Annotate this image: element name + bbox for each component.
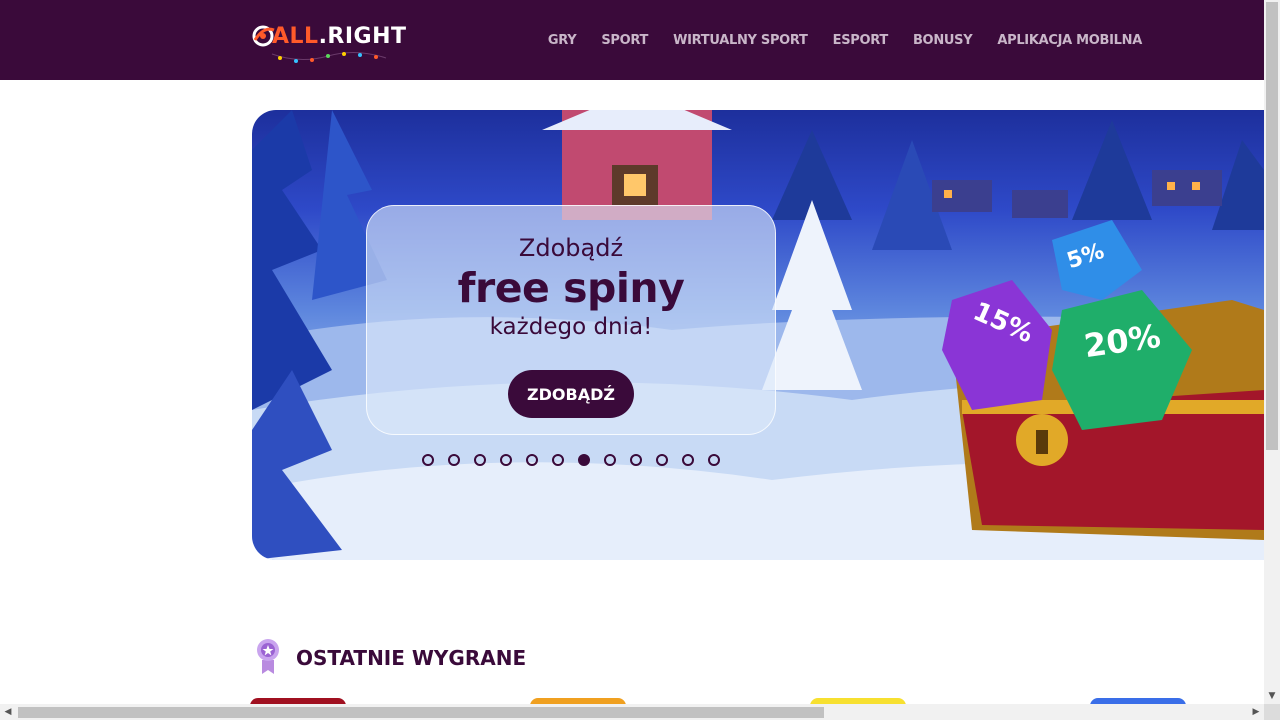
main-nav: GRY SPORT WIRTUALNY SPORT ESPORT BONUSY … xyxy=(548,33,1142,48)
carousel-dot[interactable] xyxy=(526,454,538,466)
carousel-dot[interactable] xyxy=(578,454,590,466)
logo-lights-icon xyxy=(271,52,387,63)
logo-text: ALL.RIGHT xyxy=(272,24,407,49)
nav-item-wirtualny-sport[interactable]: WIRTUALNY SPORT xyxy=(673,33,808,48)
promo-tagline: każdego dnia! xyxy=(489,314,653,340)
carousel-dot[interactable] xyxy=(552,454,564,466)
carousel-dot[interactable] xyxy=(448,454,460,466)
nav-item-aplikacja-mobilna[interactable]: APLIKACJA MOBILNA xyxy=(997,33,1142,48)
carousel-dot[interactable] xyxy=(604,454,616,466)
recent-wins-title: OSTATNIE WYGRANE xyxy=(296,646,527,670)
claim-button[interactable]: ZDOBĄDŹ xyxy=(508,370,634,418)
carousel-dot[interactable] xyxy=(474,454,486,466)
scroll-left-arrow-icon[interactable]: ◀ xyxy=(0,704,16,720)
nav-item-gry[interactable]: GRY xyxy=(548,33,577,48)
carousel-dots xyxy=(422,454,720,466)
promo-card: Zdobądź free spiny każdego dnia! ZDOBĄDŹ xyxy=(366,205,776,435)
vertical-scrollbar[interactable]: ▼ xyxy=(1264,0,1280,704)
vertical-scroll-thumb[interactable] xyxy=(1266,2,1278,450)
carousel-dot[interactable] xyxy=(656,454,668,466)
scrollbar-corner xyxy=(1264,704,1280,720)
scroll-right-arrow-icon[interactable]: ▶ xyxy=(1248,704,1264,720)
horizontal-scroll-thumb[interactable] xyxy=(18,707,824,718)
promo-title: free spiny xyxy=(457,264,685,312)
carousel-dot[interactable] xyxy=(682,454,694,466)
carousel-dot[interactable] xyxy=(630,454,642,466)
carousel-dot[interactable] xyxy=(500,454,512,466)
promo-banner[interactable]: 5% 15% 20% Zdobądź free spiny każdego dn… xyxy=(252,110,1264,560)
nav-item-sport[interactable]: SPORT xyxy=(601,33,648,48)
allright-logo[interactable]: ALL.RIGHT xyxy=(252,20,406,64)
carousel-dot[interactable] xyxy=(422,454,434,466)
carousel-dot[interactable] xyxy=(708,454,720,466)
nav-item-esport[interactable]: ESPORT xyxy=(833,33,889,48)
nav-item-bonusy[interactable]: BONUSY xyxy=(913,33,973,48)
promo-subtitle: Zdobądź xyxy=(518,234,624,262)
site-header: ALL.RIGHT GRY SPORT WIRTUALNY SPORT ESPO… xyxy=(0,0,1264,80)
scroll-down-arrow-icon[interactable]: ▼ xyxy=(1264,688,1280,704)
medal-icon xyxy=(257,639,279,674)
horizontal-scrollbar[interactable]: ◀ ▶ xyxy=(0,704,1280,720)
